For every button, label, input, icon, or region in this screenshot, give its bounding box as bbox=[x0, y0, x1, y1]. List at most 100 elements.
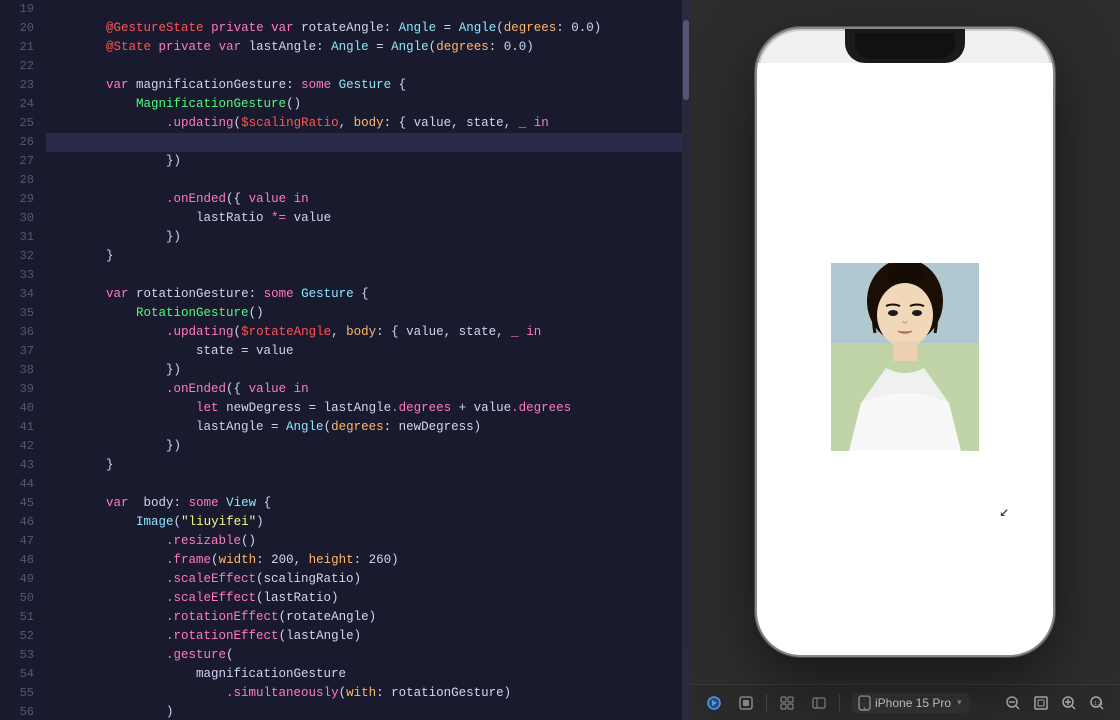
code-line-54: .simultaneously(with: rotationGesture) bbox=[46, 665, 682, 684]
code-line-50: .rotationEffect(rotateAngle) bbox=[46, 589, 682, 608]
toolbar-right: 1:1 bbox=[1002, 692, 1108, 714]
line-num-41: 41 bbox=[0, 418, 34, 437]
line-num-48: 48 bbox=[0, 551, 34, 570]
line-num-42: 42 bbox=[0, 437, 34, 456]
layout-button[interactable] bbox=[807, 691, 831, 715]
line-num-24: 24 bbox=[0, 95, 34, 114]
run-icon bbox=[707, 696, 721, 710]
iphone-screen: ↙ bbox=[757, 63, 1053, 655]
person-image bbox=[831, 263, 979, 451]
stop-icon bbox=[739, 696, 753, 710]
code-line-35: .updating($rotateAngle, body: { value, s… bbox=[46, 304, 682, 323]
zoom-out-button[interactable] bbox=[1002, 692, 1024, 714]
bottom-toolbar: iPhone 15 Pro ▾ bbox=[690, 684, 1120, 720]
code-editor: 19 20 21 22 23 24 25 26 27 28 29 30 31 3… bbox=[0, 0, 690, 720]
line-num-47: 47 bbox=[0, 532, 34, 551]
code-line-51: .rotationEffect(lastAngle) bbox=[46, 608, 682, 627]
line-num-37: 37 bbox=[0, 342, 34, 361]
code-line-19: @GestureState private var rotateAngle: A… bbox=[46, 0, 682, 19]
line-num-52: 52 bbox=[0, 627, 34, 646]
toolbar-separator-2 bbox=[839, 694, 840, 712]
line-num-32: 32 bbox=[0, 247, 34, 266]
line-num-19: 19 bbox=[0, 0, 34, 19]
code-lines[interactable]: @GestureState private var rotateAngle: A… bbox=[42, 0, 682, 720]
svg-text:1:1: 1:1 bbox=[1094, 701, 1103, 707]
line-num-53: 53 bbox=[0, 646, 34, 665]
code-line-26: }) bbox=[46, 133, 682, 152]
toolbar-separator-1 bbox=[766, 694, 767, 712]
grid-button[interactable] bbox=[775, 691, 799, 715]
line-num-21: 21 bbox=[0, 38, 34, 57]
line-num-35: 35 bbox=[0, 304, 34, 323]
code-line-56: } bbox=[46, 703, 682, 720]
line-num-49: 49 bbox=[0, 570, 34, 589]
scrollbar-thumb[interactable] bbox=[683, 20, 689, 100]
code-line-23: MagnificationGesture() bbox=[46, 76, 682, 95]
code-line-29: lastRatio *= value bbox=[46, 190, 682, 209]
device-chevron-icon: ▾ bbox=[957, 697, 962, 708]
code-line-33: var rotationGesture: some Gesture { bbox=[46, 266, 682, 285]
code-line-49: .scaleEffect(lastRatio) bbox=[46, 570, 682, 589]
code-line-25: state = value bbox=[46, 114, 682, 133]
code-line-37: }) bbox=[46, 342, 682, 361]
code-line-52: .gesture( bbox=[46, 627, 682, 646]
line-num-29: 29 bbox=[0, 190, 34, 209]
code-line-32 bbox=[46, 247, 682, 266]
line-num-22: 22 bbox=[0, 57, 34, 76]
zoom-out-icon bbox=[1005, 695, 1021, 711]
line-num-50: 50 bbox=[0, 589, 34, 608]
stop-button[interactable] bbox=[734, 691, 758, 715]
iphone-frame: ↙ bbox=[755, 27, 1055, 657]
line-num-30: 30 bbox=[0, 209, 34, 228]
code-line-36: state = value bbox=[46, 323, 682, 342]
code-line-38: .onEnded({ value in bbox=[46, 361, 682, 380]
iphone-dynamic-island bbox=[845, 29, 965, 63]
zoom-in-button[interactable] bbox=[1058, 692, 1080, 714]
device-name-label: iPhone 15 Pro bbox=[875, 696, 951, 710]
line-num-34: 34 bbox=[0, 285, 34, 304]
toolbar-left: iPhone 15 Pro ▾ bbox=[702, 691, 970, 715]
zoom-actual-button[interactable]: 1:1 bbox=[1086, 692, 1108, 714]
line-num-27: 27 bbox=[0, 152, 34, 171]
code-line-28: .onEnded({ value in bbox=[46, 171, 682, 190]
code-line-43 bbox=[46, 456, 682, 475]
code-line-45: Image("liuyifei") bbox=[46, 494, 682, 513]
preview-area: ↙ bbox=[690, 0, 1120, 684]
run-button[interactable] bbox=[702, 691, 726, 715]
code-line-47: .frame(width: 200, height: 260) bbox=[46, 532, 682, 551]
code-line-27 bbox=[46, 152, 682, 171]
zoom-fit-button[interactable] bbox=[1030, 692, 1052, 714]
line-num-23: 23 bbox=[0, 76, 34, 95]
code-line-20: @State private var lastAngle: Angle = An… bbox=[46, 19, 682, 38]
code-line-55: ) bbox=[46, 684, 682, 703]
line-num-46: 46 bbox=[0, 513, 34, 532]
line-num-43: 43 bbox=[0, 456, 34, 475]
zoom-in-icon bbox=[1061, 695, 1077, 711]
code-line-44: var body: some View { bbox=[46, 475, 682, 494]
line-num-45: 45 bbox=[0, 494, 34, 513]
line-num-56: 56 bbox=[0, 703, 34, 720]
line-num-54: 54 bbox=[0, 665, 34, 684]
line-num-38: 38 bbox=[0, 361, 34, 380]
phone-icon bbox=[858, 695, 871, 711]
zoom-actual-icon: 1:1 bbox=[1089, 695, 1105, 711]
zoom-fit-icon bbox=[1033, 695, 1049, 711]
line-num-55: 55 bbox=[0, 684, 34, 703]
code-line-53: magnificationGesture bbox=[46, 646, 682, 665]
line-num-40: 40 bbox=[0, 399, 34, 418]
scrollbar[interactable] bbox=[682, 0, 690, 720]
code-line-39: let newDegress = lastAngle.degrees + val… bbox=[46, 380, 682, 399]
code-line-34: RotationGesture() bbox=[46, 285, 682, 304]
line-num-28: 28 bbox=[0, 171, 34, 190]
device-selector[interactable]: iPhone 15 Pro ▾ bbox=[852, 693, 970, 713]
code-line-42: } bbox=[46, 437, 682, 456]
line-num-33: 33 bbox=[0, 266, 34, 285]
line-numbers: 19 20 21 22 23 24 25 26 27 28 29 30 31 3… bbox=[0, 0, 42, 720]
code-line-30: }) bbox=[46, 209, 682, 228]
line-num-51: 51 bbox=[0, 608, 34, 627]
line-num-26: 26 bbox=[0, 133, 34, 152]
line-num-36: 36 bbox=[0, 323, 34, 342]
line-num-39: 39 bbox=[0, 380, 34, 399]
code-line-22: var magnificationGesture: some Gesture { bbox=[46, 57, 682, 76]
layout-icon bbox=[812, 696, 826, 710]
